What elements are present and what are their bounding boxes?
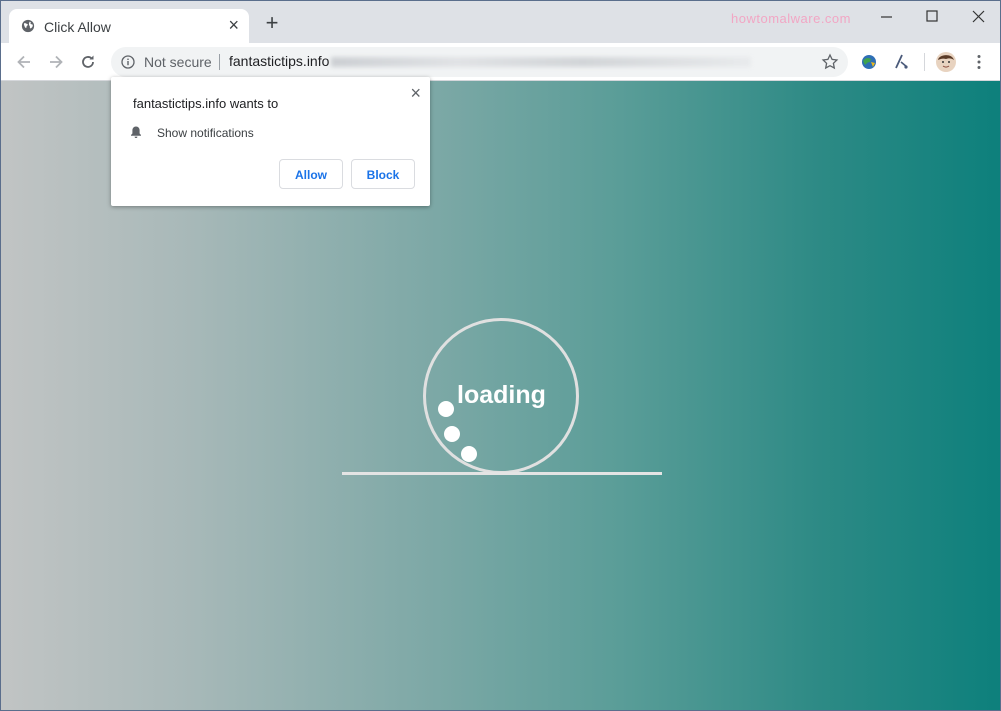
loader-baseline (342, 472, 662, 475)
new-tab-button[interactable]: + (263, 12, 281, 34)
address-bar[interactable]: Not secure fantastictips.info (111, 47, 848, 77)
tab-strip: Click Allow × + howtomalware.com (1, 1, 1000, 43)
tab-click-allow[interactable]: Click Allow × (9, 9, 249, 43)
loader-dot (444, 426, 460, 442)
popup-title: fantastictips.info wants to (133, 96, 279, 111)
star-icon[interactable] (821, 53, 839, 71)
permission-label: Show notifications (157, 126, 254, 140)
reload-icon[interactable] (78, 52, 98, 72)
close-window-icon[interactable] (963, 7, 993, 27)
browser-toolbar: Not secure fantastictips.info (1, 43, 1000, 81)
maximize-icon[interactable] (917, 7, 947, 27)
forward-icon[interactable] (46, 52, 66, 72)
loader-dot (461, 446, 477, 462)
security-label[interactable]: Not secure (144, 54, 212, 70)
extension-icon[interactable] (860, 53, 878, 71)
toolbar-divider (924, 53, 925, 71)
url-text[interactable]: fantastictips.info (229, 53, 329, 69)
profile-avatar[interactable] (936, 52, 956, 72)
block-button[interactable]: Block (351, 159, 415, 189)
omnibox-divider (219, 54, 220, 70)
menu-icon[interactable] (970, 53, 988, 71)
loader-dot (438, 401, 454, 417)
notification-permission-popup: fantastictips.info wants to × Show notif… (111, 77, 430, 206)
close-icon[interactable]: × (410, 84, 421, 102)
tab-title: Click Allow (44, 19, 111, 35)
allow-button[interactable]: Allow (279, 159, 343, 189)
browser-window: Click Allow × + howtomalware.com Not sec… (0, 0, 1001, 711)
globe-icon (21, 19, 35, 33)
minimize-icon[interactable] (871, 7, 901, 27)
loader-text: loading (457, 381, 546, 409)
close-tab-icon[interactable]: × (228, 15, 239, 35)
back-icon[interactable] (14, 52, 34, 72)
info-icon[interactable] (121, 55, 135, 69)
bell-icon (131, 126, 141, 138)
watermark: howtomalware.com (731, 11, 851, 26)
blurred-url-path (331, 57, 751, 67)
extension-icon[interactable] (892, 53, 910, 71)
